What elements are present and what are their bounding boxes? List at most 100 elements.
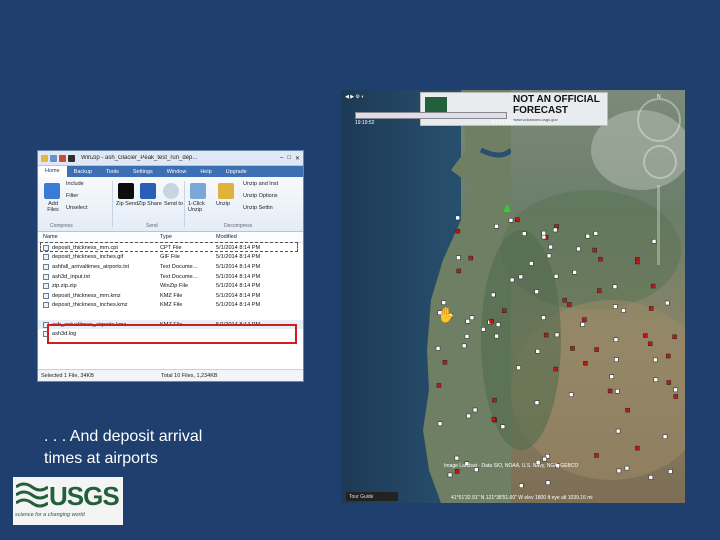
airport-marker[interactable] [614, 357, 619, 362]
airport-marker[interactable] [648, 306, 654, 311]
airport-marker[interactable] [442, 360, 448, 365]
airport-marker[interactable] [534, 400, 540, 405]
airport-marker[interactable] [454, 469, 460, 474]
maximize-button[interactable]: □ [287, 155, 291, 162]
airport-marker[interactable] [615, 428, 621, 434]
tab-backup[interactable]: Backup [67, 169, 99, 175]
airport-marker[interactable] [552, 227, 558, 233]
airport-marker[interactable] [666, 380, 672, 385]
include-button[interactable]: Include [66, 181, 84, 187]
airport-marker[interactable] [481, 327, 486, 332]
airport-marker[interactable] [456, 268, 461, 274]
send-to-button[interactable]: Send to [164, 201, 183, 207]
airport-marker[interactable] [489, 318, 494, 324]
unzip-to-button[interactable]: Unzip [216, 201, 230, 207]
save-icon[interactable] [50, 154, 57, 162]
volcano-marker-icon[interactable] [503, 204, 511, 212]
airport-marker[interactable] [494, 224, 499, 229]
airport-marker[interactable] [516, 365, 521, 371]
unzip-settings-button[interactable]: Unzip Settin [243, 205, 273, 211]
north-indicator[interactable]: N [657, 94, 661, 100]
airport-marker[interactable] [594, 453, 599, 458]
table-row[interactable]: zip.zip.zip WinZip File 5/1/2014 8:14 PM [38, 281, 303, 291]
airport-marker[interactable] [673, 394, 678, 399]
tour-guide-button[interactable]: Tour Guide [346, 492, 398, 501]
timeline-controls-icon[interactable]: ◀ ▶ ⚙ ◐ [345, 94, 364, 100]
airport-marker[interactable] [494, 333, 499, 339]
airport-marker[interactable] [567, 302, 572, 307]
airport-marker[interactable] [464, 334, 470, 339]
column-type[interactable]: Type [160, 234, 216, 240]
airport-marker[interactable] [509, 277, 515, 283]
one-click-unzip-icon[interactable] [190, 183, 206, 199]
airport-marker[interactable] [495, 322, 501, 327]
column-name[interactable]: Name [38, 234, 160, 240]
table-row[interactable]: deposit_thickness_inches.gif GIF File 5/1/… [38, 253, 303, 263]
unzip-and-install-button[interactable]: Unzip and Inst [243, 181, 278, 187]
airport-marker[interactable] [553, 366, 558, 372]
zipshare-icon[interactable] [140, 183, 156, 199]
airport-marker[interactable] [436, 383, 442, 388]
airport-marker[interactable] [615, 389, 620, 394]
airport-marker[interactable] [593, 231, 599, 236]
airport-marker[interactable] [529, 261, 534, 266]
airport-marker[interactable] [592, 247, 597, 253]
airport-marker[interactable] [635, 259, 640, 265]
tab-home[interactable]: Home [38, 166, 67, 177]
airport-marker[interactable] [568, 392, 574, 397]
airport-marker[interactable] [672, 334, 677, 340]
airport-marker[interactable] [541, 230, 546, 236]
move-control[interactable] [643, 145, 677, 179]
airport-marker[interactable] [447, 472, 453, 478]
zipsend-icon[interactable] [118, 183, 134, 199]
airport-marker[interactable] [435, 346, 441, 351]
airport-marker[interactable] [535, 349, 541, 354]
airport-marker[interactable] [635, 445, 640, 451]
airport-marker[interactable] [500, 424, 506, 429]
tab-tools[interactable]: Tools [99, 169, 126, 175]
folder-icon[interactable] [41, 154, 48, 162]
airport-marker[interactable] [554, 332, 560, 338]
airport-marker[interactable] [522, 231, 527, 236]
add-files-icon[interactable] [44, 183, 60, 199]
table-row[interactable]: deposit_thickness_mm.kmz KMZ File 5/1/2014… [38, 291, 303, 301]
look-control[interactable] [637, 98, 681, 142]
airport-marker[interactable] [596, 288, 602, 293]
filter-button[interactable]: Filter [66, 193, 78, 199]
tab-help[interactable]: Help [193, 169, 218, 175]
zoom-slider[interactable] [657, 185, 660, 265]
airport-marker[interactable] [673, 387, 678, 393]
add-files-button[interactable]: Add Files [42, 201, 64, 213]
airport-marker[interactable] [570, 346, 575, 351]
tab-settings[interactable]: Settings [126, 169, 160, 175]
airport-marker[interactable] [548, 244, 553, 250]
column-modified[interactable]: Modified [216, 234, 276, 240]
airport-marker[interactable] [534, 289, 539, 294]
airport-marker[interactable] [647, 341, 653, 347]
send-to-icon[interactable] [163, 183, 179, 199]
airport-marker[interactable] [441, 300, 447, 305]
airport-marker[interactable] [653, 357, 658, 363]
airport-marker[interactable] [609, 374, 614, 379]
airport-marker[interactable] [562, 297, 567, 303]
airport-marker[interactable] [546, 253, 552, 259]
table-row[interactable]: deposit_thickness_inches.kmz KMZ File 5/1/… [38, 301, 303, 311]
tab-upgrade[interactable]: Upgrade [219, 169, 254, 175]
airport-marker[interactable] [625, 407, 630, 413]
airport-marker[interactable] [454, 455, 460, 461]
airport-marker[interactable] [583, 361, 588, 366]
airport-marker[interactable] [653, 377, 659, 383]
airport-marker[interactable] [502, 308, 507, 313]
unzip-options-button[interactable]: Unzip Options [243, 193, 278, 199]
undo-icon[interactable] [59, 154, 66, 162]
airport-marker[interactable] [456, 255, 461, 260]
one-click-unzip-button[interactable]: 1-Click Unzip [188, 201, 212, 213]
airport-marker[interactable] [542, 456, 547, 462]
minimize-button[interactable]: – [280, 155, 283, 162]
airport-marker[interactable] [664, 300, 670, 306]
airport-marker[interactable] [607, 388, 613, 394]
unselect-button[interactable]: Unselect [66, 205, 87, 211]
airport-marker[interactable] [582, 317, 587, 322]
airport-marker[interactable] [643, 333, 648, 338]
table-row[interactable]: ashfall_arrivaltimes_airports.txt Text Do… [38, 262, 303, 272]
